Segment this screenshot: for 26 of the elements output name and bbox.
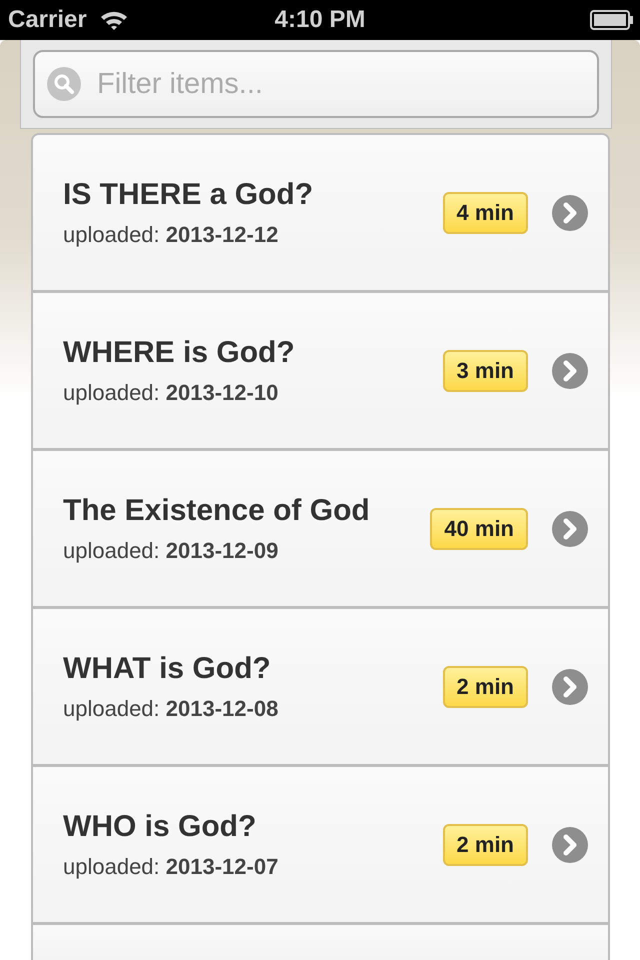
- wifi-icon: [98, 9, 129, 31]
- chevron-icon: [552, 352, 588, 388]
- battery-icon: [590, 10, 634, 30]
- duration-badge: 40 min: [430, 508, 528, 550]
- chevron-icon: [552, 194, 588, 230]
- status-time: 4:10 PM: [274, 6, 366, 34]
- upload-date: uploaded: 2013-12-09: [63, 538, 280, 564]
- duration-badge: 3 min: [442, 350, 528, 392]
- upload-date: uploaded: 2013-12-10: [63, 380, 280, 406]
- list-item[interactable]: IS THERE a God? uploaded: 2013-12-12 4 min: [33, 135, 608, 293]
- item-title: WHAT is God?: [63, 652, 272, 686]
- item-title: WHERE is God?: [63, 336, 296, 370]
- upload-date: uploaded: 2013-12-07: [63, 854, 280, 880]
- duration-badge: 4 min: [442, 192, 528, 234]
- chevron-icon: [552, 668, 588, 704]
- item-title: IS THERE a God?: [63, 178, 314, 212]
- upload-date: uploaded: 2013-12-12: [63, 222, 280, 248]
- item-title: WHO is God?: [63, 810, 258, 844]
- chevron-icon: [552, 510, 588, 546]
- search-field[interactable]: Filter items...: [33, 50, 599, 118]
- duration-badge: 2 min: [442, 666, 528, 708]
- duration-badge: 2 min: [442, 824, 528, 866]
- carrier-name: Carrier: [8, 6, 87, 34]
- item-title: The Existence of God: [63, 494, 371, 528]
- chevron-icon: [552, 826, 588, 862]
- upload-date: uploaded: 2013-12-08: [63, 696, 280, 722]
